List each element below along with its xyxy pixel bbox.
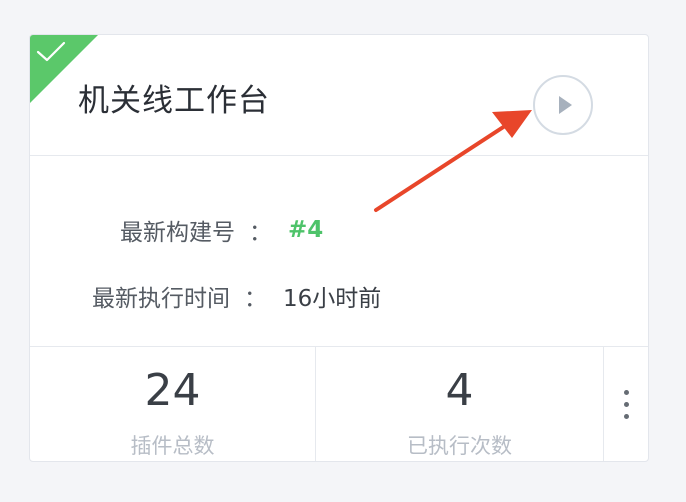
latest-build-row: 最新构建号 ： #4: [120, 213, 323, 247]
play-icon: [558, 96, 572, 114]
stat-label: 已执行次数: [407, 434, 512, 458]
stats-bar: 24 插件总数 4 已执行次数: [30, 346, 648, 461]
stat-label: 插件总数: [130, 434, 215, 458]
latest-run-time-label: 最新执行时间: [92, 286, 230, 312]
latest-build-link[interactable]: #4: [288, 217, 323, 243]
stat-value: 24: [144, 365, 201, 416]
play-button[interactable]: [533, 75, 593, 135]
colon: ：: [244, 286, 267, 312]
card-header: 机关线工作台: [30, 35, 648, 156]
stat-plugin-count[interactable]: 24 插件总数: [30, 347, 316, 461]
colon: ：: [249, 220, 272, 246]
latest-run-time-value: 16小时前: [283, 286, 382, 312]
stat-value: 4: [445, 365, 474, 416]
latest-run-time-row: 最新执行时间 ： 16小时前: [92, 279, 381, 313]
workspace-card[interactable]: 机关线工作台 最新构建号 ： #4 最新执行时间 ： 16小时前 24 插件总数…: [29, 34, 649, 462]
more-vertical-icon: [623, 389, 629, 419]
latest-build-label: 最新构建号: [120, 220, 235, 246]
more-menu-button[interactable]: [604, 347, 648, 461]
stat-run-count[interactable]: 4 已执行次数: [316, 347, 604, 461]
card-title: 机关线工作台: [78, 83, 270, 119]
